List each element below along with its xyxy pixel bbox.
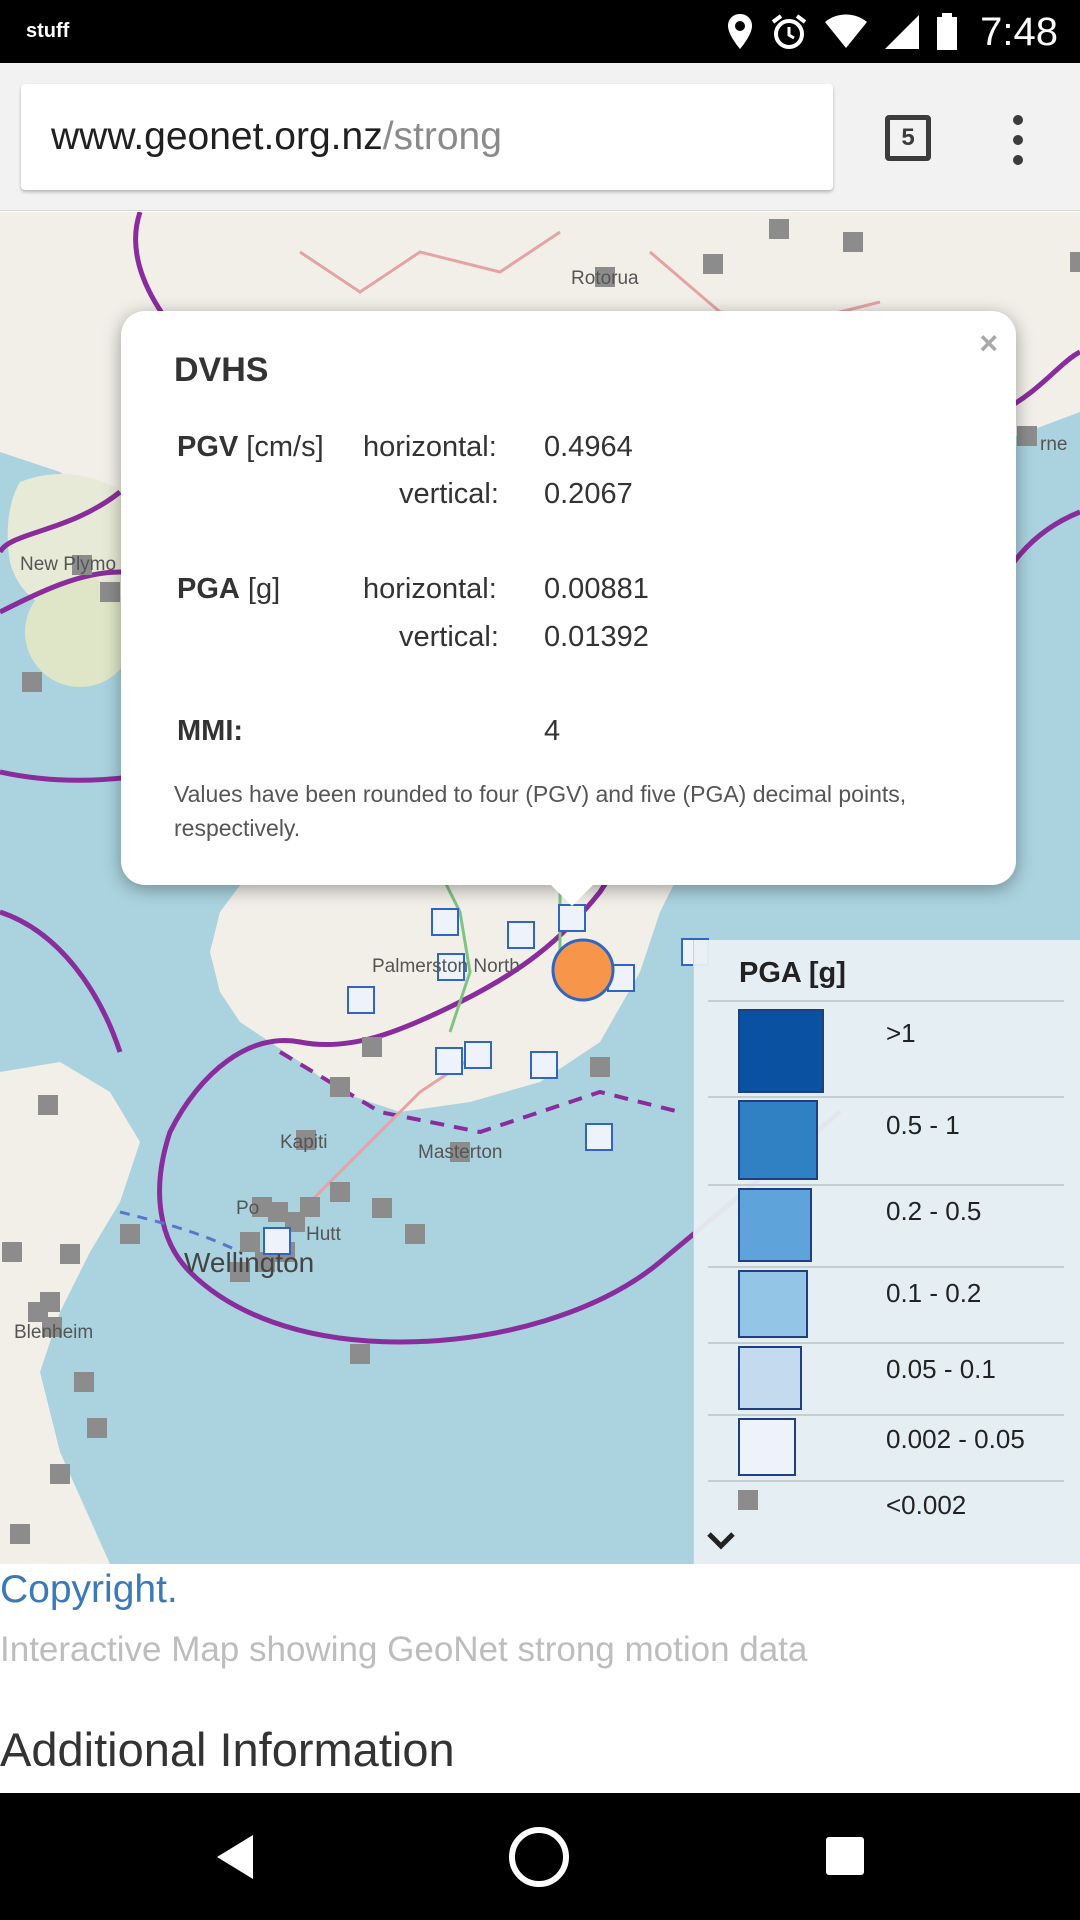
tab-switcher-button[interactable]: 5 — [885, 115, 931, 161]
place-label-masterton: Masterton — [418, 1142, 502, 1163]
alarm-icon — [771, 14, 807, 49]
clock: 7:48 — [980, 9, 1058, 54]
legend-label-gt1: >1 — [886, 1018, 916, 1048]
location-icon — [728, 14, 753, 49]
wifi-icon — [825, 14, 868, 48]
legend-title: PGA [g] — [739, 957, 846, 989]
legend-label-0-5-1: 0.5 - 1 — [886, 1110, 960, 1140]
popup-close-button[interactable]: × — [979, 325, 998, 362]
back-icon[interactable] — [215, 1833, 255, 1881]
station-name: DVHS — [174, 351, 269, 389]
pgv-vertical-label: vertical: — [399, 478, 499, 510]
place-label-kapiti: Kapiti — [280, 1132, 328, 1153]
place-label-napier: rne — [1040, 434, 1067, 455]
overflow-menu-button[interactable] — [1008, 115, 1028, 165]
legend-swatch-0-002-0-05 — [738, 1418, 796, 1476]
place-label-porirua: Po — [236, 1198, 259, 1219]
pgv-vertical-value: 0.2067 — [544, 478, 633, 510]
legend-label-0-05-0-1: 0.05 - 0.1 — [886, 1354, 996, 1384]
pga-legend: PGA [g] >1 0.5 - 1 0.2 - 0.5 0.1 - 0.2 0… — [693, 940, 1080, 1564]
legend-swatch-0-2-0-5 — [738, 1188, 812, 1262]
pga-heading: PGA [g] — [177, 573, 281, 605]
place-label-palmerston-north: Palmerston North — [372, 956, 520, 977]
section-heading: Additional Information — [0, 1723, 455, 1776]
place-label-rotorua: Rotorua — [571, 268, 639, 289]
url-path: /strong — [382, 115, 502, 158]
signal-icon — [885, 15, 920, 49]
recents-icon[interactable] — [824, 1835, 866, 1877]
epicentre-marker — [551, 938, 615, 1002]
place-label-new-plymouth: New Plymo — [20, 554, 116, 575]
place-label-wellington: Wellington — [184, 1247, 314, 1278]
mmi-value: 4 — [544, 715, 561, 747]
copyright-link[interactable]: Copyright. — [0, 1568, 178, 1612]
legend-swatch-0-05-0-1 — [738, 1346, 802, 1410]
home-icon[interactable] — [508, 1826, 570, 1888]
legend-swatch-gt1 — [738, 1009, 824, 1093]
pga-vertical-value: 0.01392 — [544, 621, 649, 653]
legend-label-lt0-002: <0.002 — [886, 1490, 967, 1520]
rounding-note: Values have been rounded to four (PGV) a… — [174, 781, 907, 841]
popup-tip — [550, 884, 594, 906]
station-popup: × DVHS PGV [cm/s] horizontal: 0.4964 ver… — [121, 311, 1016, 885]
url-domain: www.geonet.org.nz — [51, 115, 383, 158]
place-label-blenheim: Blenheim — [14, 1322, 93, 1343]
legend-swatch-0-5-1 — [738, 1100, 818, 1180]
legend-label-0-002-0-05: 0.002 - 0.05 — [886, 1424, 1025, 1454]
map-caption: Interactive Map showing GeoNet strong mo… — [0, 1630, 808, 1669]
legend-swatch-lt0-002 — [738, 1490, 758, 1510]
pga-vertical-label: vertical: — [399, 621, 499, 653]
battery-icon — [937, 13, 958, 50]
carrier-label: stuff — [26, 20, 70, 42]
navigation-bar — [0, 1793, 1080, 1920]
url-bar[interactable]: www.geonet.org.nz/strong — [21, 84, 833, 190]
pgv-horizontal-label: horizontal: — [363, 431, 497, 463]
browser-toolbar: www.geonet.org.nz/strong 5 — [0, 63, 1080, 211]
legend-label-0-2-0-5: 0.2 - 0.5 — [886, 1196, 982, 1226]
mmi-label: MMI: — [177, 715, 244, 747]
pga-horizontal-value: 0.00881 — [544, 573, 649, 605]
pga-horizontal-label: horizontal: — [363, 573, 497, 605]
legend-swatch-0-1-0-2 — [738, 1270, 808, 1338]
chevron-down-icon[interactable] — [706, 1530, 736, 1552]
legend-label-0-1-0-2: 0.1 - 0.2 — [886, 1278, 982, 1308]
pgv-heading: PGV [cm/s] — [177, 431, 324, 463]
status-bar: stuff 7:48 — [0, 0, 1080, 63]
place-label-hutt: Hutt — [306, 1224, 342, 1245]
pgv-horizontal-value: 0.4964 — [544, 431, 633, 463]
